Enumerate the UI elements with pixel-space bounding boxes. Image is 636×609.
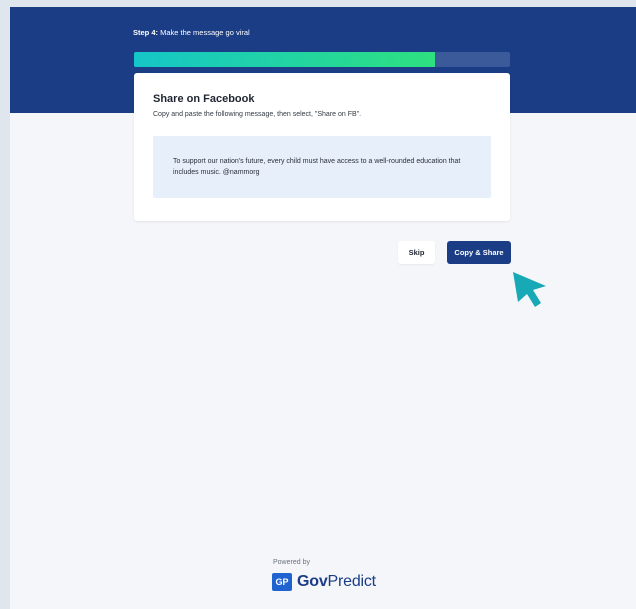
govpredict-logo[interactable]: GP GovPredict bbox=[272, 572, 376, 592]
pointer-arrow-icon bbox=[513, 272, 546, 307]
powered-by-label: Powered by bbox=[273, 559, 310, 566]
step-label: Step 4: Make the message go viral bbox=[133, 28, 250, 37]
message-box[interactable]: To support our nation's future, every ch… bbox=[153, 136, 491, 198]
brand-badge: GP bbox=[272, 573, 292, 591]
app-frame: Step 4: Make the message go viral Share … bbox=[10, 7, 636, 609]
progress-fill bbox=[134, 52, 435, 67]
message-text: To support our nation's future, every ch… bbox=[173, 158, 461, 176]
copy-share-button[interactable]: Copy & Share bbox=[447, 241, 511, 264]
share-card: Share on Facebook Copy and paste the fol… bbox=[134, 73, 510, 221]
skip-button[interactable]: Skip bbox=[398, 241, 435, 264]
progress-bar bbox=[134, 52, 510, 67]
brand-name: GovPredict bbox=[297, 573, 376, 591]
card-instruction: Copy and paste the following message, th… bbox=[153, 111, 362, 118]
step-title: Make the message go viral bbox=[158, 28, 250, 37]
brand-name-bold: Gov bbox=[297, 573, 328, 590]
brand-name-rest: Predict bbox=[327, 573, 377, 590]
card-title: Share on Facebook bbox=[153, 93, 255, 105]
step-prefix: Step 4: bbox=[133, 28, 159, 37]
